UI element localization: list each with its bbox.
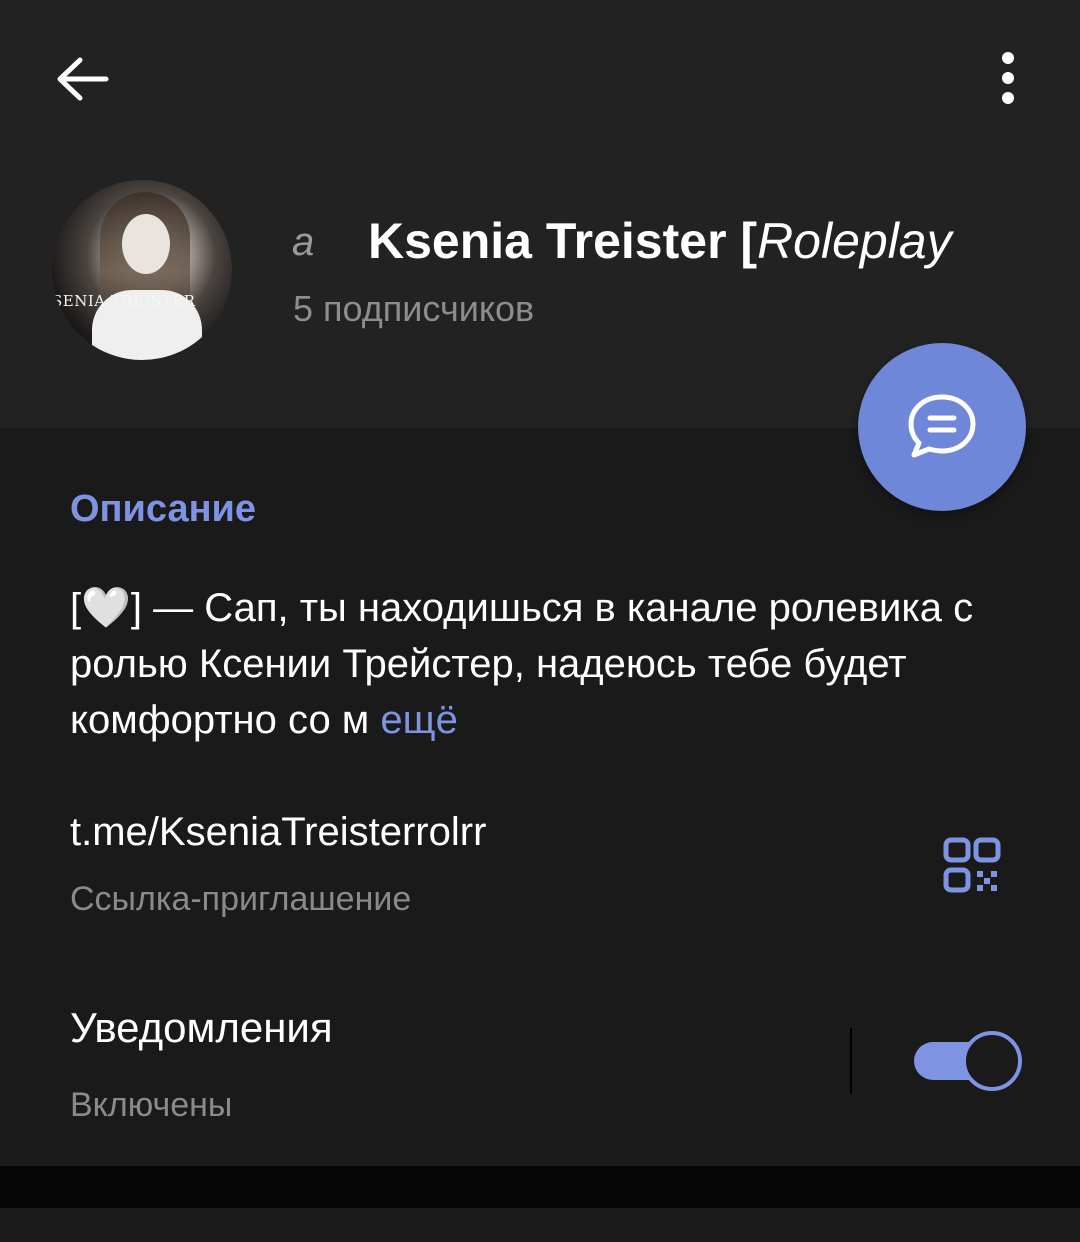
title-fragment: a — [292, 220, 315, 264]
more-options-button[interactable] — [985, 48, 1031, 112]
notifications-title[interactable]: Уведомления — [70, 1004, 333, 1052]
channel-title: Ksenia Treister [Roleplay — [368, 212, 1058, 274]
notifications-toggle[interactable] — [914, 1031, 1022, 1091]
invite-link-label: Ссылка-приглашение — [70, 880, 412, 918]
next-section-edge — [0, 1208, 1080, 1242]
arrow-left-icon — [57, 57, 109, 101]
avatar-badge-text: SENIA TREISTER — [52, 292, 196, 310]
show-more-link[interactable]: ещё — [380, 698, 457, 742]
channel-description[interactable]: [🤍] — Сап, ты находишься в канале ролеви… — [70, 580, 1020, 748]
subscriber-count: 5 подписчиков — [293, 288, 535, 329]
vertical-divider — [850, 1028, 852, 1094]
channel-title-italic: Roleplay — [757, 213, 952, 269]
chat-fab-button[interactable] — [858, 343, 1026, 511]
more-vert-icon — [1002, 52, 1014, 104]
section-separator — [0, 1166, 1080, 1208]
channel-avatar[interactable]: SENIA TREISTER — [52, 180, 232, 360]
chat-bubble-icon — [908, 394, 976, 458]
avatar-face-shape — [122, 214, 170, 274]
qr-code-button[interactable] — [940, 834, 1004, 898]
description-section-title: Описание — [70, 488, 257, 530]
description-text: [🤍] — Сап, ты находишься в канале ролеви… — [70, 586, 974, 742]
invite-link[interactable]: t.me/KseniaTreisterrolrr — [70, 810, 486, 855]
notifications-status: Включены — [70, 1086, 233, 1124]
qr-code-icon — [943, 837, 1001, 893]
back-button[interactable] — [50, 48, 114, 112]
channel-title-bold: Ksenia Treister [ — [368, 213, 758, 269]
toggle-knob — [962, 1031, 1022, 1091]
